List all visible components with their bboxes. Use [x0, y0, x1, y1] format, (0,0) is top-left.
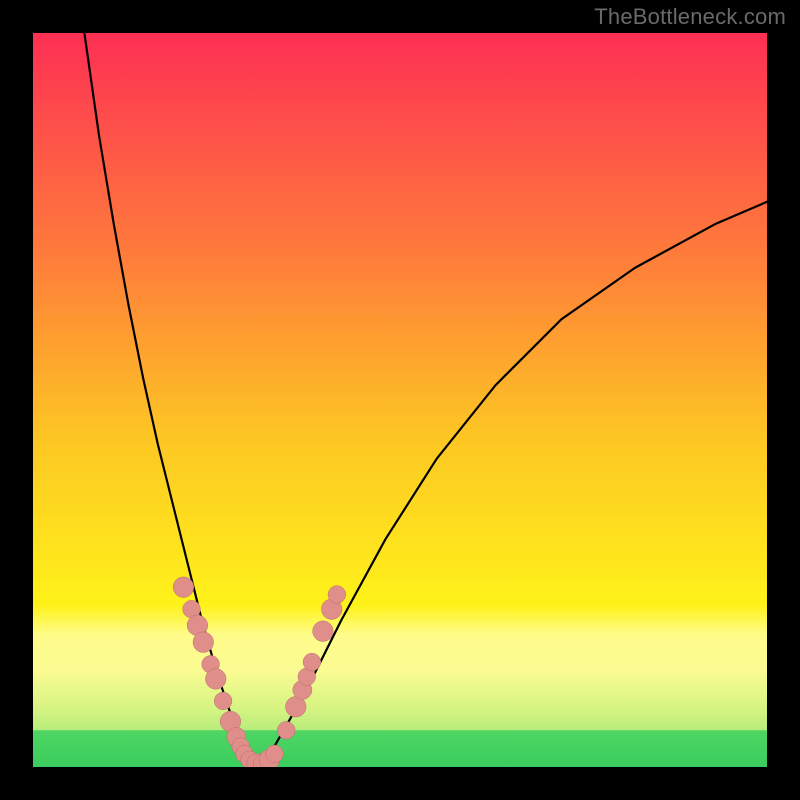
green-band	[33, 730, 767, 767]
data-marker	[313, 621, 334, 642]
data-marker	[193, 632, 214, 653]
data-marker	[205, 669, 226, 690]
chart-root: TheBottleneck.com	[0, 0, 800, 800]
plot-area	[33, 33, 767, 767]
chart-svg	[33, 33, 767, 767]
pale-band	[33, 635, 767, 730]
data-marker	[214, 692, 232, 710]
data-marker	[328, 586, 346, 604]
data-marker	[277, 721, 295, 739]
data-marker	[173, 577, 194, 598]
watermark-label: TheBottleneck.com	[594, 4, 786, 30]
data-marker	[266, 745, 284, 763]
data-marker	[303, 653, 321, 671]
